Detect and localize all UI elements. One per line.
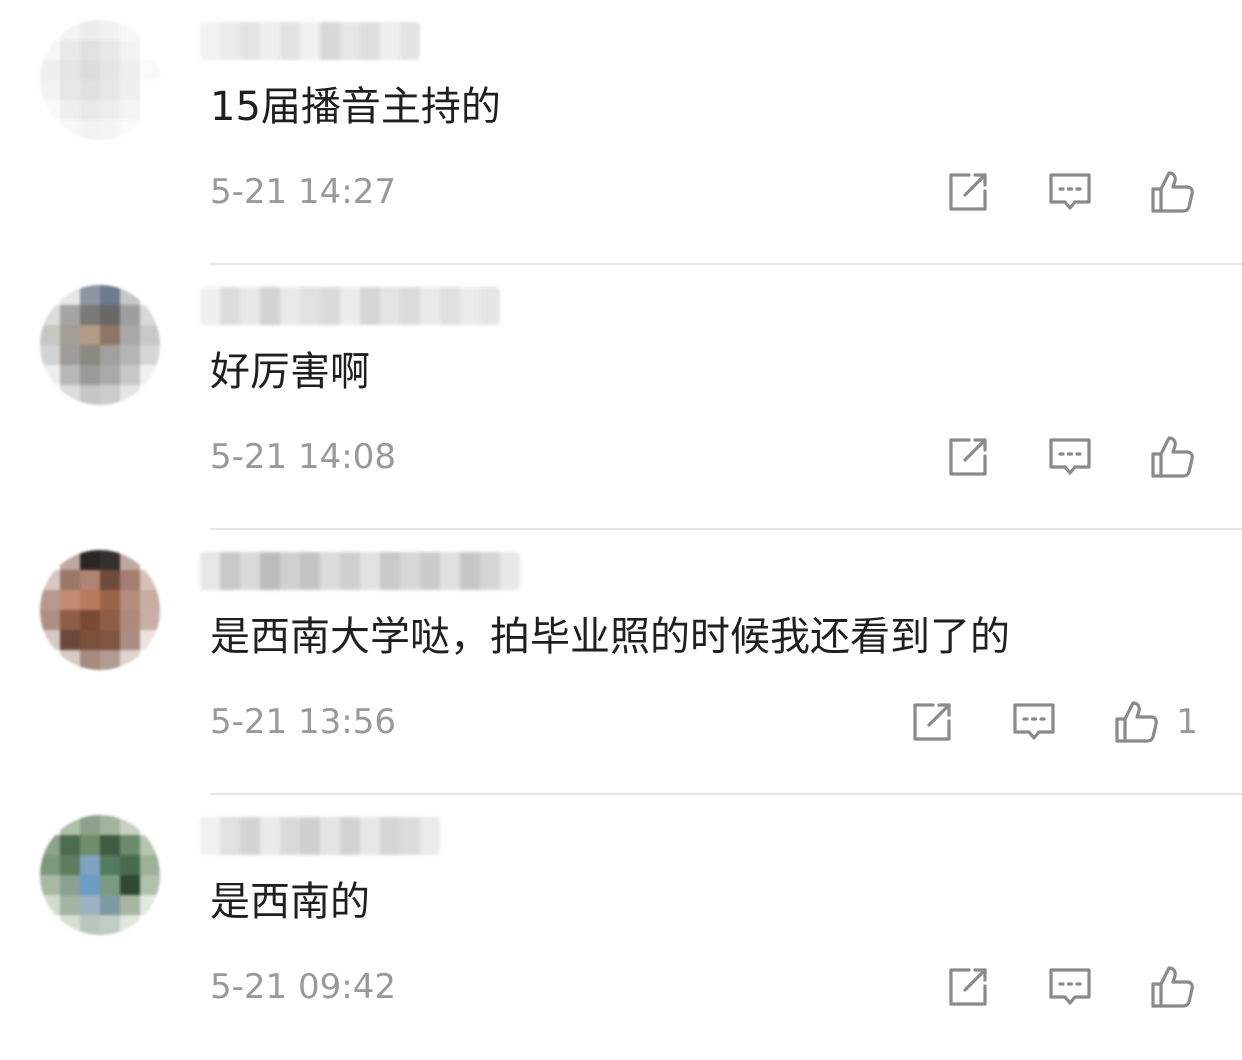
comment-text: 是西南的 xyxy=(210,879,370,925)
reply-button[interactable] xyxy=(1044,961,1096,1013)
comment-item: 15届播音主持的 5-21 14:27 xyxy=(0,0,1242,265)
like-count: 1 xyxy=(1176,702,1198,742)
like-button[interactable]: 1 xyxy=(1110,696,1198,748)
like-button[interactable] xyxy=(1146,961,1198,1013)
username-blurred[interactable] xyxy=(200,817,440,855)
thumbs-up-icon xyxy=(1115,701,1159,743)
reply-button[interactable] xyxy=(1044,166,1096,218)
comment-timestamp: 5-21 14:27 xyxy=(210,172,396,212)
comment-icon xyxy=(1049,173,1091,210)
comment-icon xyxy=(1013,703,1055,740)
username-blurred[interactable] xyxy=(200,287,500,325)
comment-actions xyxy=(942,431,1198,483)
avatar[interactable] xyxy=(40,20,160,140)
share-button[interactable] xyxy=(942,166,994,218)
share-button[interactable] xyxy=(942,961,994,1013)
comment-item: 是西南大学哒，拍毕业照的时候我还看到了的 5-21 13:56 1 xyxy=(0,530,1242,795)
avatar[interactable] xyxy=(40,550,160,670)
share-button[interactable] xyxy=(906,696,958,748)
comment-actions xyxy=(942,166,1198,218)
comment-icon xyxy=(1049,968,1091,1005)
comment-feed: 15届播音主持的 5-21 14:27 好厉害啊 5-21 14:08 是西南大… xyxy=(0,0,1242,1045)
comment-item: 是西南的 5-21 09:42 xyxy=(0,795,1242,1060)
comment-text: 是西南大学哒，拍毕业照的时候我还看到了的 xyxy=(210,614,1010,660)
like-button[interactable] xyxy=(1146,431,1198,483)
thumbs-up-icon xyxy=(1151,966,1194,1008)
comment-item: 好厉害啊 5-21 14:08 xyxy=(0,265,1242,530)
comment-timestamp: 5-21 13:56 xyxy=(210,702,396,742)
comment-text: 好厉害啊 xyxy=(210,349,370,395)
comment-icon xyxy=(1049,438,1091,475)
comment-actions: 1 xyxy=(906,696,1198,748)
share-icon xyxy=(913,703,951,741)
username-blurred[interactable] xyxy=(200,552,520,590)
reply-button[interactable] xyxy=(1008,696,1060,748)
share-icon xyxy=(949,173,987,211)
username-blurred[interactable] xyxy=(200,22,420,60)
like-button[interactable] xyxy=(1146,166,1198,218)
comment-text: 15届播音主持的 xyxy=(210,84,501,130)
comment-actions xyxy=(942,961,1198,1013)
comment-timestamp: 5-21 14:08 xyxy=(210,437,396,477)
avatar[interactable] xyxy=(40,285,160,405)
share-icon xyxy=(949,438,987,476)
share-button[interactable] xyxy=(942,431,994,483)
reply-button[interactable] xyxy=(1044,431,1096,483)
avatar[interactable] xyxy=(40,815,160,935)
thumbs-up-icon xyxy=(1151,436,1194,478)
comment-timestamp: 5-21 09:42 xyxy=(210,967,396,1007)
share-icon xyxy=(949,968,987,1006)
thumbs-up-icon xyxy=(1151,171,1194,213)
